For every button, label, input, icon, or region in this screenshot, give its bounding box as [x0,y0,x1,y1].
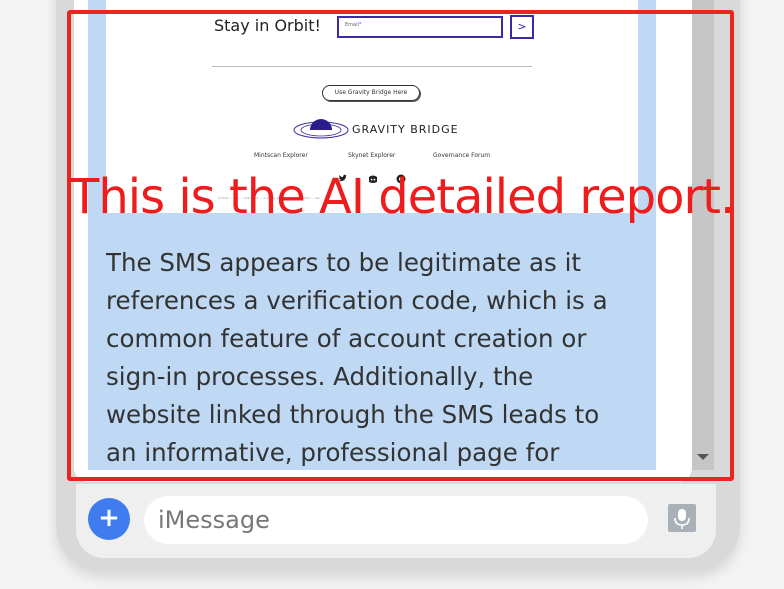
scrollbar-track[interactable] [692,0,714,470]
email-field: Email* [337,16,503,38]
add-attachment-button[interactable]: + [88,498,130,540]
github-icon [396,174,406,184]
scroll-down-icon[interactable] [697,454,709,460]
message-bubble: Stay in Orbit! Email* > Use Gravity Brid… [88,0,656,470]
newsletter-label: Stay in Orbit! [214,16,321,35]
footer-link-mintscan: Mintscan Explorer [254,152,308,159]
report-body: The SMS appears to be legitimate as it r… [106,248,608,467]
submit-arrow-button: > [510,15,534,39]
planet-logo-icon [293,119,349,139]
imessage-input[interactable] [144,496,648,544]
twitter-icon [339,174,347,182]
gravity-bridge-logo: GRAVITY BRIDGE [292,118,462,142]
divider [212,66,532,67]
footer-link-skynet: Skynet Explorer [348,152,396,159]
logo-wordmark: GRAVITY BRIDGE [352,123,459,136]
microphone-glyph-icon [674,509,690,529]
footer-link-governance: Governance Forum [433,152,491,159]
use-bridge-button: Use Gravity Bridge Here [322,85,420,101]
legal-text: ©2022 ... site ... Interchain ... is bei… [218,196,324,200]
microphone-icon[interactable] [668,504,696,532]
website-screenshot: Stay in Orbit! Email* > Use Gravity Brid… [106,0,638,213]
discord-icon [369,175,377,183]
